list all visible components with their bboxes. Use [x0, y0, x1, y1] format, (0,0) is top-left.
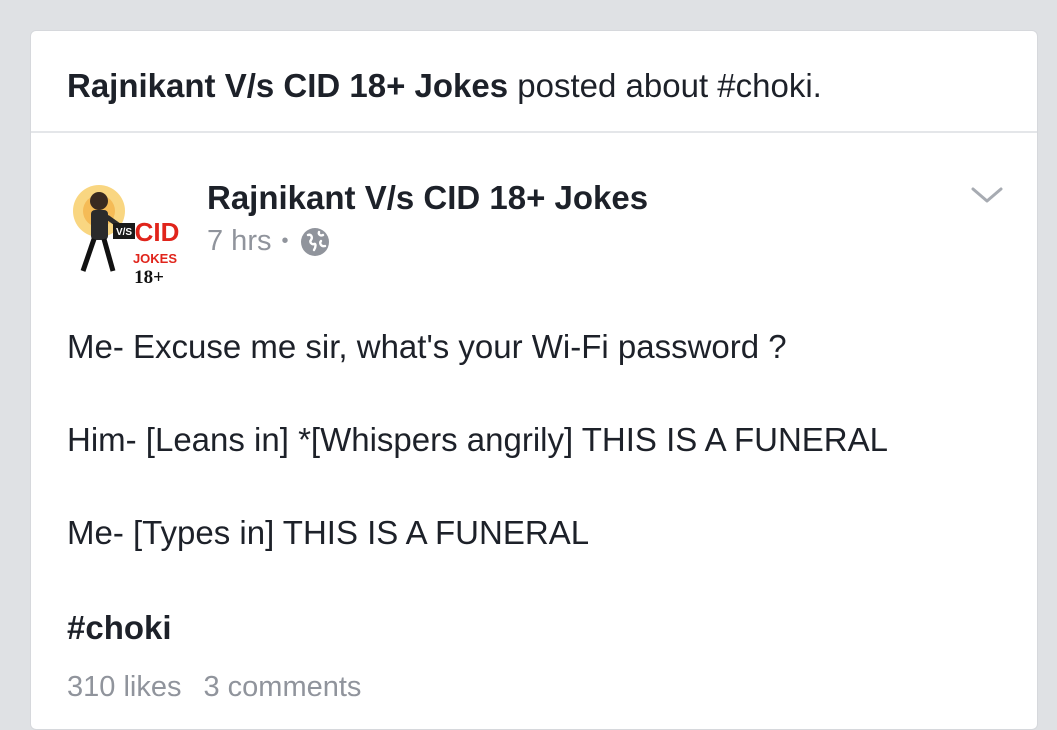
post-author-name[interactable]: Rajnikant V/s CID 18+ Jokes [207, 179, 648, 217]
post-card: Rajnikant V/s CID 18+ Jokes posted about… [30, 30, 1038, 730]
post-timestamp[interactable]: 7 hrs [207, 225, 271, 258]
avatar-logo-image: V/S CID JOKES 18+ [67, 171, 187, 291]
globe-icon [299, 226, 331, 258]
post-body-line: Him- [Leans in] *[Whispers angrily] THIS… [67, 421, 888, 458]
post-meta: 7 hrs • [207, 225, 331, 258]
post-options-chevron-icon[interactable] [967, 175, 1007, 215]
post-body-line: Me- Excuse me sir, what's your Wi-Fi pas… [67, 328, 787, 365]
post-hashtag-link[interactable]: #choki [67, 609, 172, 647]
story-page-link[interactable]: Rajnikant V/s CID 18+ Jokes [67, 67, 508, 104]
post-body: Me- Excuse me sir, what's your Wi-Fi pas… [67, 327, 1007, 606]
avatar-vs-text: V/S [116, 227, 132, 238]
comments-count[interactable]: 3 comments [203, 671, 361, 703]
story-header: Rajnikant V/s CID 18+ Jokes posted about… [31, 31, 1037, 133]
story-header-line: Rajnikant V/s CID 18+ Jokes posted about… [67, 67, 822, 105]
avatar-age-text: 18+ [134, 267, 164, 288]
avatar-jokes-text: JOKES [133, 251, 177, 266]
meta-separator: • [281, 230, 289, 252]
post-body-line: Me- [Types in] THIS IS A FUNERAL [67, 514, 590, 551]
avatar-cid-text: CID [135, 217, 180, 247]
avatar[interactable]: V/S CID JOKES 18+ [67, 171, 187, 291]
post-stats: 310 likes 3 comments [67, 671, 361, 704]
story-action-text: posted about #choki. [508, 67, 822, 104]
likes-count[interactable]: 310 likes [67, 671, 181, 703]
post-header: V/S CID JOKES 18+ Rajnikant V/s CID 18+ … [67, 171, 1007, 291]
